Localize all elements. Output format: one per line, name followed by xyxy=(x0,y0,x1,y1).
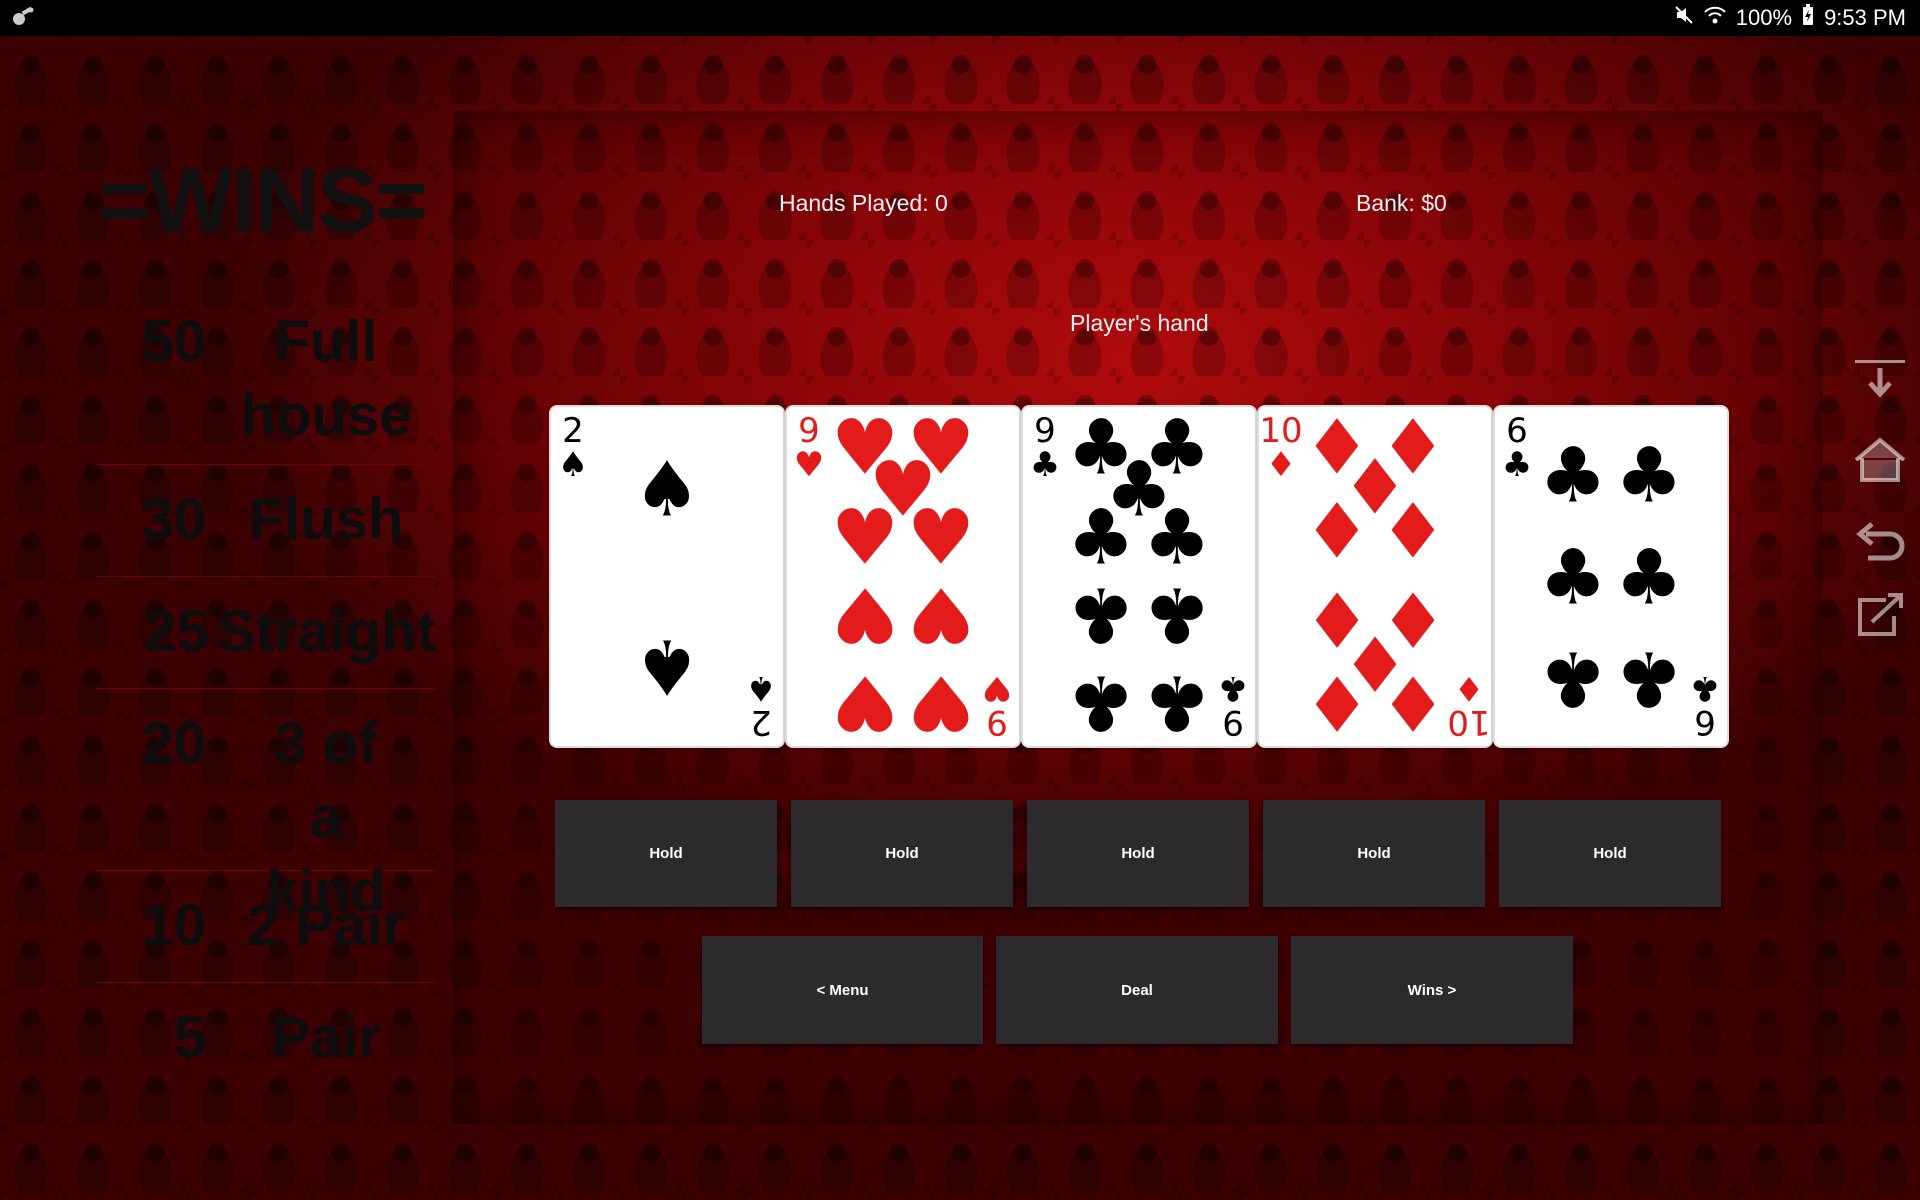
suit-pip-icon: ♣ xyxy=(1067,571,1135,660)
card-4[interactable]: 10 ♦ 10 ♦ ♦ ♦ ♦ ♦ ♦ ♦ ♦ ♦ ♦ ♦ xyxy=(1259,407,1491,746)
card-2[interactable]: 9 ♥ 9 ♥ ♥ ♥ ♥ ♥ ♥ ♥ ♥ ♥ ♥ xyxy=(787,407,1019,746)
suit-pip-icon: ♦ xyxy=(1303,487,1371,576)
players-hand-label: Player's hand xyxy=(1070,310,1209,336)
download-icon[interactable] xyxy=(1850,356,1910,416)
payout-amount: 20 xyxy=(141,711,206,776)
clock: 9:53 PM xyxy=(1824,5,1906,30)
hands-played: Hands Played: 0 xyxy=(779,190,948,216)
deal-button[interactable]: Deal xyxy=(996,936,1278,1044)
undo-icon[interactable] xyxy=(1850,516,1910,576)
suit-pip-icon: ♠ xyxy=(633,623,701,712)
card-suit-icon: ♣ xyxy=(1502,445,1532,485)
menu-button[interactable]: < Menu xyxy=(702,936,983,1044)
suit-pip-icon: ♦ xyxy=(1379,487,1447,576)
paytable-row: 20 3 of a kind xyxy=(96,689,436,924)
share-icon[interactable] xyxy=(1850,590,1910,650)
card-face: 9♣9♣♣ ♣♣♣ ♣♣ ♣♣ ♣ xyxy=(1030,407,1248,747)
card-suit-icon: ♦ xyxy=(1266,445,1296,485)
suit-pip-icon: ♣ xyxy=(1539,635,1607,724)
card-face: 6♣6♣♣ ♣♣ ♣♣ ♣ xyxy=(1502,411,1720,742)
battery-percent: 100% xyxy=(1735,5,1793,30)
suit-pip-icon: ♣ xyxy=(1143,493,1211,582)
suit-pip-icon: ♣ xyxy=(1143,571,1211,660)
paytable-row: 25 Straight xyxy=(96,577,436,689)
suit-pip-icon: ♥ xyxy=(831,493,899,582)
card-face: 2♠2♠♠♠ xyxy=(558,411,776,742)
payout-amount: 30 xyxy=(141,487,206,552)
paytable-row: 50 Full house xyxy=(96,295,436,465)
hold-button-3[interactable]: Hold xyxy=(1027,800,1249,907)
hold-button-4[interactable]: Hold xyxy=(1263,800,1485,907)
wifi-icon xyxy=(1704,5,1726,31)
suit-pip-icon: ♣ xyxy=(1143,659,1211,747)
mute-icon xyxy=(1674,5,1694,31)
card-3[interactable]: 9 ♣ 9 ♣ ♣ ♣ ♣ ♣ ♣ ♣ ♣ ♣ ♣ xyxy=(1023,407,1255,746)
card-suit-icon: ♠ xyxy=(746,668,776,708)
wins-title: =WINS= xyxy=(98,151,428,251)
card-face: 9♥9♥♥ ♥♥♥ ♥♥ ♥♥ ♥ xyxy=(794,407,1012,747)
suit-pip-icon: ♥ xyxy=(907,493,975,582)
bank-balance: Bank: $0 xyxy=(1356,190,1447,216)
card-suit-icon: ♦ xyxy=(1454,668,1484,708)
suit-pip-icon: ♥ xyxy=(907,571,975,660)
wins-button[interactable]: Wins > xyxy=(1291,936,1573,1044)
paytable-row: 5 Pair xyxy=(96,983,436,1095)
wins-paytable: 50 Full house 30 Flush 25 Straight 20 3 … xyxy=(96,295,436,1095)
card-1[interactable]: 2 ♠ 2 ♠ ♠ ♠ xyxy=(551,407,783,746)
suit-pip-icon: ♣ xyxy=(1615,533,1683,622)
paytable-row: 30 Flush xyxy=(96,465,436,577)
card-suit-icon: ♣ xyxy=(1030,445,1060,485)
home-icon[interactable] xyxy=(1850,436,1910,496)
card-face: 10♦10♦♦ ♦♦♦ ♦♦ ♦♦♦ ♦ xyxy=(1259,407,1490,747)
battery-charging-icon xyxy=(1802,4,1814,32)
card-suit-icon: ♠ xyxy=(558,445,588,485)
suit-pip-icon: ♣ xyxy=(1615,431,1683,520)
payout-amount: 50 xyxy=(141,309,206,374)
hold-button-5[interactable]: Hold xyxy=(1499,800,1721,907)
hand-name: Pair xyxy=(271,1005,381,1070)
card-suit-icon: ♥ xyxy=(982,668,1012,708)
suit-pip-icon: ♣ xyxy=(1067,493,1135,582)
card-suit-icon: ♥ xyxy=(794,445,824,485)
suit-pip-icon: ♣ xyxy=(1067,659,1135,747)
card-suit-icon: ♣ xyxy=(1218,668,1248,708)
app-notification-icon xyxy=(10,6,36,34)
hand-name: Full house xyxy=(240,309,412,448)
suit-pip-icon: ♥ xyxy=(907,659,975,747)
hand-name: Straight xyxy=(216,599,436,664)
suit-pip-icon: ♣ xyxy=(1539,533,1607,622)
suit-pip-icon: ♠ xyxy=(633,445,701,534)
suit-pip-icon: ♣ xyxy=(1539,431,1607,520)
payout-amount: 25 xyxy=(144,599,209,664)
card-suit-icon: ♣ xyxy=(1690,668,1720,708)
hold-button-2[interactable]: Hold xyxy=(791,800,1013,907)
card-5[interactable]: 6 ♣ 6 ♣ ♣ ♣ ♣ ♣ ♣ ♣ xyxy=(1495,407,1727,746)
suit-pip-icon: ♦ xyxy=(1379,659,1447,747)
suit-pip-icon: ♦ xyxy=(1303,659,1371,747)
hand-name: Flush xyxy=(248,487,404,552)
suit-pip-icon: ♣ xyxy=(1615,635,1683,724)
hold-button-1[interactable]: Hold xyxy=(555,800,777,907)
hand-name: 2 Pair xyxy=(247,893,405,958)
status-bar: 100% 9:53 PM xyxy=(0,0,1920,36)
suit-pip-icon: ♥ xyxy=(831,571,899,660)
payout-amount: 10 xyxy=(141,893,206,958)
payout-amount: 5 xyxy=(173,1005,206,1070)
suit-pip-icon: ♥ xyxy=(831,659,899,747)
